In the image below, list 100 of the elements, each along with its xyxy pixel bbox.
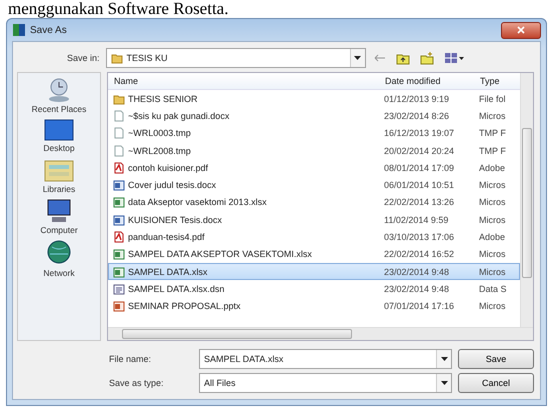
document-icon [113,144,125,157]
file-name: contoh kuisioner.pdf [128,162,208,173]
dropdown-button[interactable] [350,49,365,67]
sidebar-item[interactable]: Computer [40,198,78,235]
column-header[interactable]: Name [108,76,379,86]
file-row[interactable]: ~WRL0003.tmp 16/12/2013 19:07 TMP F [108,124,520,142]
type-cell-text: Micros [478,110,506,121]
date-cell-text: 22/02/2014 16:52 [383,249,456,260]
date-cell-text: 01/12/2013 9:19 [383,94,450,104]
close-icon [517,26,525,34]
cancel-button[interactable]: Cancel [458,373,534,393]
file-row[interactable]: SEMINAR PROPOSAL.pptx 07/01/2014 17:16 Micros [108,298,520,315]
type-cell-text: Micros [478,249,506,260]
horizontal-scrollbar[interactable] [108,327,533,340]
up-folder-button[interactable] [394,52,412,64]
caret-icon [354,56,362,60]
spreadsheet-file-icon [113,266,125,278]
file-name: ~WRL2008.tmp [128,146,191,156]
type-cell-text: Micros [478,197,506,208]
file-row[interactable]: SAMPEL DATA.xlsx.dsn 23/02/2014 9:48 Data S [108,280,520,298]
close-button[interactable] [501,22,541,38]
vertical-scrollbar[interactable] [520,73,533,327]
caret-icon [440,381,448,385]
new-folder-button[interactable] [418,52,436,64]
file-name: SEMINAR PROPOSAL.pptx [128,301,241,312]
presentation-file-icon [113,300,125,312]
file-row[interactable]: panduan-tesis4.pdf 03/10/2013 17:06 Adobe [108,228,520,246]
date-cell-text: 07/01/2014 17:16 [383,301,456,312]
type-cell-text: TMP F [478,146,507,156]
sidebar-item[interactable]: Network [43,239,75,278]
date-cell-text: 16/12/2013 19:07 [383,128,456,138]
file-name: ~$sis ku pak gunadi.docx [128,110,230,121]
type-cell-text: Adobe [478,232,506,242]
spreadsheet-file-icon [113,248,125,260]
date-cell-text: 03/10/2013 17:06 [383,232,456,242]
pdf-file-icon [113,162,125,174]
date-cell-text: 06/01/2014 10:51 [383,180,456,190]
file-name: Cover judul tesis.docx [128,180,216,190]
file-name: KUISIONER Tesis.docx [128,214,222,225]
type-cell-text: Micros [478,301,506,312]
file-row[interactable]: THESIS SENIOR 01/12/2013 9:19 File fol [108,90,520,108]
file-row[interactable]: ~WRL2008.tmp 20/02/2014 20:24 TMP F [108,142,520,160]
folder-icon [113,92,125,105]
date-cell-text: 23/02/2014 9:48 [383,284,450,294]
file-row[interactable]: ~$sis ku pak gunadi.docx 23/02/2014 8:26 Micros [108,107,520,125]
pdf-file-icon [113,231,125,244]
type-cell-text: Data S [478,284,508,294]
type-cell-text: Micros [478,180,506,190]
save-button[interactable]: Save [458,349,534,369]
desktop-icon [43,118,75,142]
app-icon [12,23,26,37]
file-row[interactable]: Cover judul tesis.docx 06/01/2014 10:51 Micros [108,176,520,194]
date-cell-text: 22/02/2014 13:26 [383,197,456,208]
sidebar-item[interactable]: Recent Places [32,77,86,114]
document-icon [113,110,125,122]
caret-icon [440,357,448,361]
folder-icon [110,52,123,64]
word-file-icon [113,214,125,226]
document-icon [113,127,125,140]
file-name-label: File name: [109,354,152,364]
type-cell-text: Micros [478,214,506,225]
scroll-thumb[interactable] [522,128,532,278]
file-name: SAMPEL DATA.xlsx.dsn [128,284,224,294]
document-text: menggunakan Software Rosetta. [7,0,230,18]
sidebar-item[interactable]: Libraries [42,157,76,194]
file-name: ~WRL0003.tmp [128,128,191,138]
sidebar-item[interactable]: Desktop [43,118,75,153]
save-as-type-label: Save as type: [109,378,165,388]
file-row[interactable]: KUISIONER Tesis.docx 11/02/2014 9:59 Micros [108,211,520,228]
file-name: SAMPEL DATA.xlsx [128,266,208,277]
dropdown-button[interactable] [436,374,451,392]
file-row[interactable]: SAMPEL DATA AKSEPTOR VASEKTOMI.xlsx 22/02/2014 16:52 Micros [108,246,520,263]
spreadsheet-file-icon [113,196,125,208]
date-cell-text: 20/02/2014 20:24 [383,146,456,156]
type-cell-text: Adobe [478,162,506,173]
view-grid-icon [444,52,464,64]
date-cell-text: 11/02/2014 9:59 [383,214,450,225]
date-cell-text: 23/02/2014 9:48 [383,266,450,277]
type-cell-text: Micros [478,266,506,277]
file-row[interactable]: contoh kuisioner.pdf 08/01/2014 17:09 Adobe [108,159,520,176]
date-cell-text: 08/01/2014 17:09 [383,162,456,173]
column-header[interactable]: Date modified [379,76,474,86]
file-name: SAMPEL DATA AKSEPTOR VASEKTOMI.xlsx [128,249,312,260]
file-row[interactable]: SAMPEL DATA.xlsx 23/02/2014 9:48 Micros [108,262,520,280]
scroll-thumb[interactable] [122,329,352,339]
column-header[interactable]: Type [474,76,520,86]
window-title: Save As [30,24,68,36]
file-name: data Akseptor vasektomi 2013.xlsx [128,197,267,208]
data-file-icon [113,282,125,295]
file-row[interactable]: data Akseptor vasektomi 2013.xlsx 22/02/2014 13:26 Micros [108,194,520,212]
word-file-icon [113,179,125,192]
file-name-field[interactable]: SAMPEL DATA.xlsx [199,349,452,369]
save-in-dropdown[interactable]: TESIS KU [106,48,366,68]
new-folder-icon [420,52,434,64]
dropdown-button[interactable] [436,350,451,368]
file-name: THESIS SENIOR [128,94,198,104]
save-in-label: Save in: [67,53,100,63]
back-arrow-icon [374,54,386,62]
file-type-dropdown[interactable]: All Files [199,373,452,393]
folder-up-icon [396,52,410,64]
